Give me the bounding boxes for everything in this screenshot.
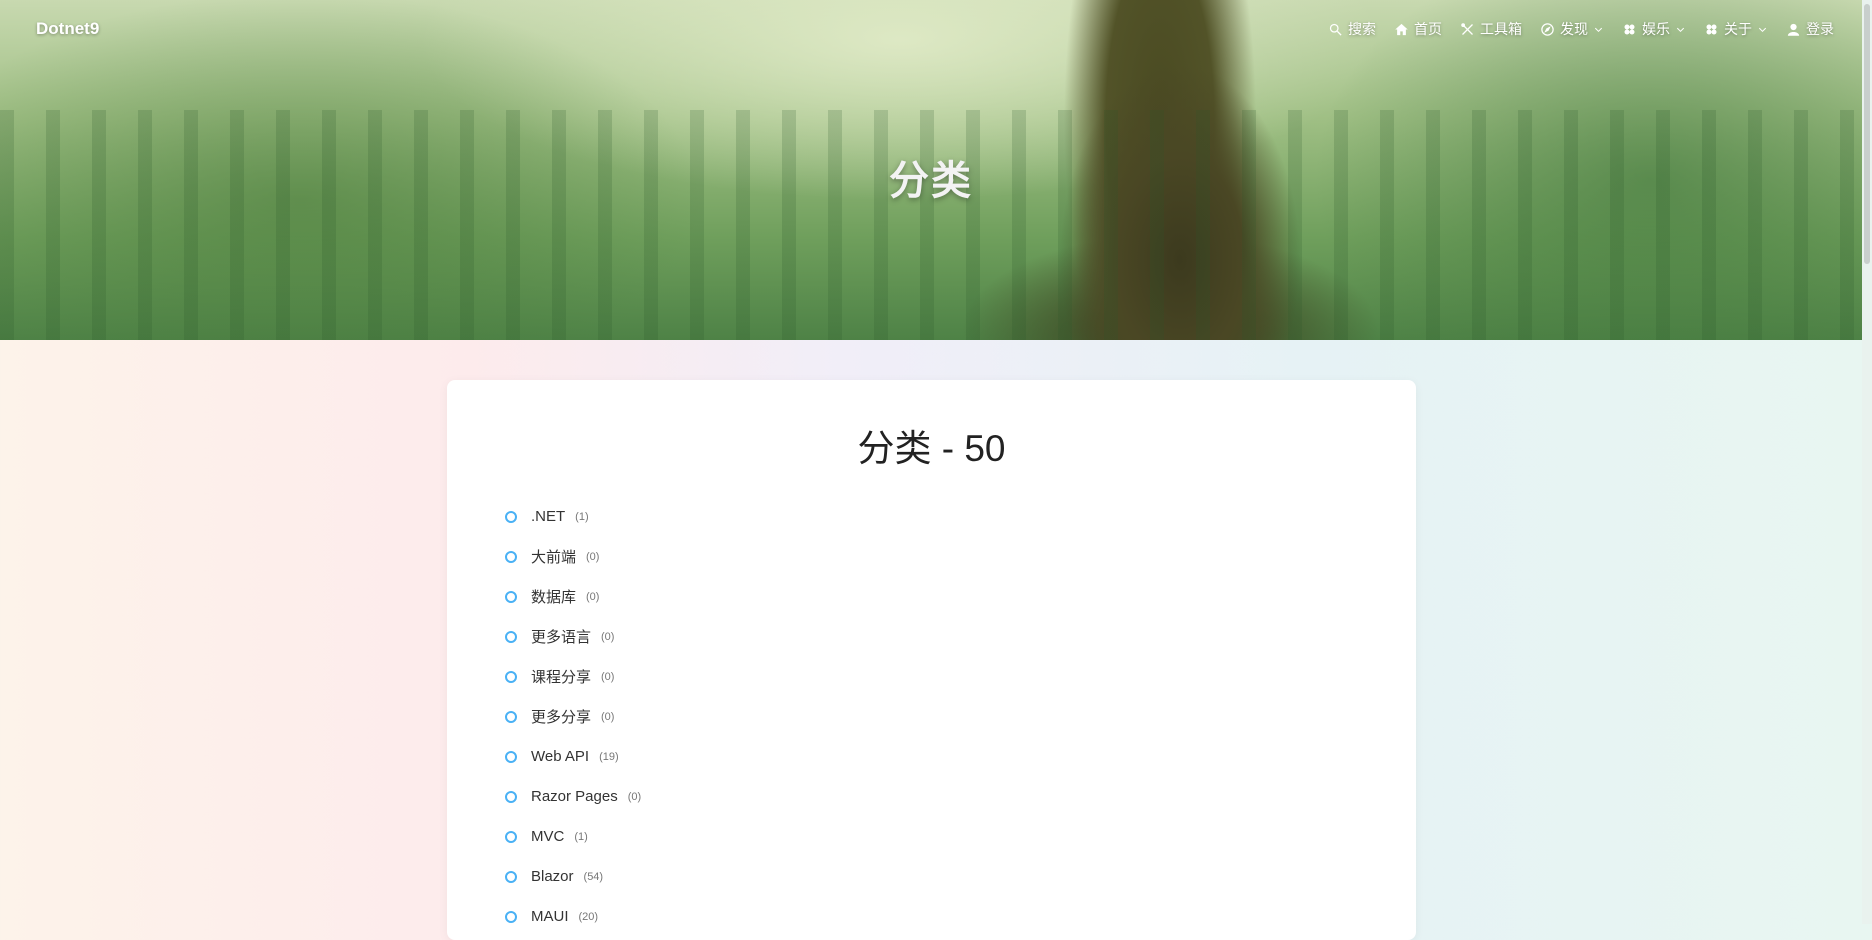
circle-bullet-icon	[505, 590, 517, 603]
category-list: .NET (1) 大前端 (0) 数据库 (0) 更多语言 (0) 课程分享 (0) 更多…	[447, 497, 1416, 937]
page-scrollbar[interactable]	[1862, 0, 1872, 924]
nav-search[interactable]: 搜索	[1328, 19, 1376, 39]
category-count: (0)	[586, 550, 600, 563]
nav-search-label: 搜索	[1348, 21, 1376, 37]
nav-tools-label: 工具箱	[1480, 21, 1522, 37]
category-name[interactable]: 更多语言	[531, 626, 591, 647]
top-nav: 搜索 首页 工具箱 发现 娱乐 关于 登录	[1328, 19, 1834, 39]
category-item[interactable]: 更多分享 (0)	[505, 697, 1416, 737]
hero-banner: 分类	[0, 0, 1862, 340]
category-count: (0)	[586, 590, 600, 603]
nav-home[interactable]: 首页	[1394, 19, 1442, 39]
category-count: (0)	[601, 670, 615, 683]
circle-bullet-icon	[505, 750, 517, 763]
category-count: (0)	[601, 710, 615, 723]
scrollbar-thumb[interactable]	[1864, 4, 1870, 264]
circle-bullet-icon	[505, 670, 517, 683]
category-item[interactable]: .NET (1)	[505, 497, 1416, 537]
compass-icon	[1541, 22, 1554, 36]
category-item[interactable]: 更多语言 (0)	[505, 617, 1416, 657]
circle-bullet-icon	[505, 830, 517, 843]
home-icon	[1395, 23, 1408, 35]
circle-bullet-icon	[505, 870, 517, 883]
category-count: (20)	[578, 910, 599, 923]
category-item[interactable]: Web API (19)	[505, 737, 1416, 777]
category-item[interactable]: MAUI (20)	[505, 897, 1416, 937]
category-item[interactable]: 课程分享 (0)	[505, 657, 1416, 697]
circle-bullet-icon	[505, 510, 517, 523]
search-icon	[1329, 23, 1342, 36]
category-name[interactable]: Razor Pages	[531, 788, 618, 805]
category-name[interactable]: .NET	[531, 508, 565, 525]
chevron-down-icon	[1758, 27, 1767, 32]
nav-about[interactable]: 关于	[1704, 19, 1768, 39]
nav-login-label: 登录	[1806, 21, 1834, 37]
nav-discover[interactable]: 发现	[1540, 19, 1604, 39]
category-count: (0)	[627, 790, 642, 803]
game-icon	[1706, 24, 1717, 34]
category-name[interactable]: 课程分享	[531, 666, 591, 687]
nav-about-label: 关于	[1724, 21, 1752, 37]
category-name[interactable]: 大前端	[531, 546, 576, 567]
category-item[interactable]: MVC (1)	[505, 817, 1416, 857]
chevron-down-icon	[1676, 27, 1685, 32]
nav-discover-label: 发现	[1560, 21, 1588, 37]
nav-entertainment-label: 娱乐	[1642, 21, 1670, 37]
nav-entertainment[interactable]: 娱乐	[1622, 19, 1686, 39]
category-count: (1)	[574, 830, 588, 843]
hero-title: 分类	[889, 159, 973, 203]
category-item[interactable]: Blazor (54)	[505, 857, 1416, 897]
nav-login[interactable]: 登录	[1786, 19, 1834, 39]
nav-tools[interactable]: 工具箱	[1460, 19, 1522, 39]
chevron-down-icon	[1594, 27, 1603, 32]
category-count: (0)	[601, 630, 615, 643]
forest-background	[0, 110, 1862, 340]
category-name[interactable]: 更多分享	[531, 706, 591, 727]
nav-home-label: 首页	[1414, 21, 1442, 37]
category-item[interactable]: 大前端 (0)	[505, 537, 1416, 577]
user-icon	[1787, 23, 1800, 36]
categories-card: 分类 - 50 .NET (1) 大前端 (0) 数据库 (0) 更多语言 (0) 课程…	[447, 380, 1416, 940]
category-count: (1)	[575, 510, 589, 523]
circle-bullet-icon	[505, 630, 517, 643]
category-item[interactable]: 数据库 (0)	[505, 577, 1416, 617]
category-count: (19)	[599, 750, 619, 763]
game-icon	[1624, 24, 1635, 34]
circle-bullet-icon	[505, 910, 517, 923]
category-name[interactable]: MAUI	[531, 908, 569, 925]
category-name[interactable]: Blazor	[531, 868, 574, 885]
circle-bullet-icon	[505, 550, 517, 563]
category-item[interactable]: Razor Pages (0)	[505, 777, 1416, 817]
category-name[interactable]: MVC	[531, 828, 564, 845]
category-count: (54)	[583, 870, 604, 883]
tools-icon	[1461, 22, 1473, 35]
circle-bullet-icon	[505, 790, 517, 803]
circle-bullet-icon	[505, 710, 517, 723]
site-brand[interactable]: Dotnet9	[36, 19, 99, 39]
category-name[interactable]: 数据库	[531, 586, 576, 607]
category-name[interactable]: Web API	[531, 748, 589, 765]
page-title: 分类 - 50	[857, 428, 1006, 469]
